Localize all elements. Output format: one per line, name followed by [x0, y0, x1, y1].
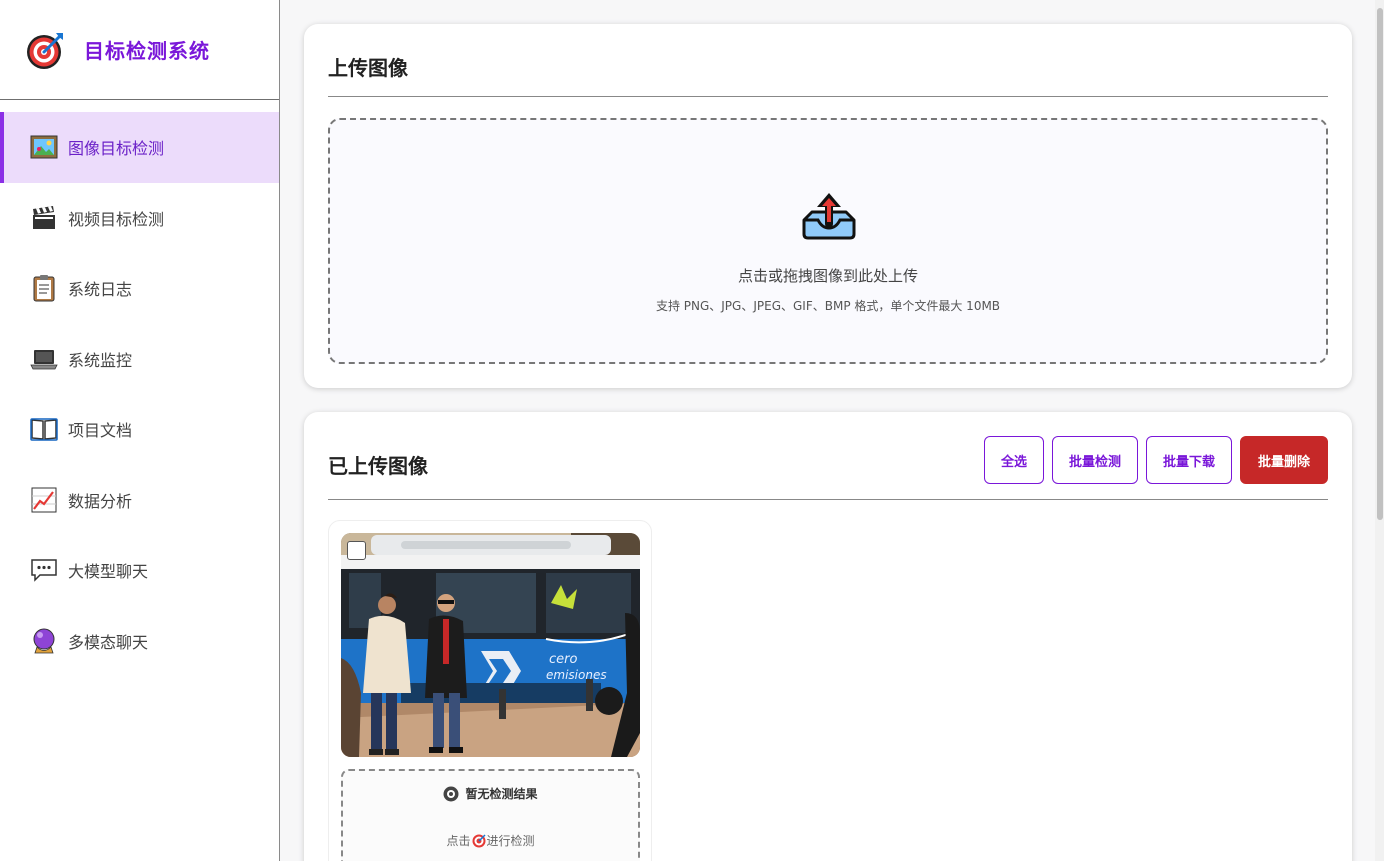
- sidebar-item-label: 系统日志: [68, 280, 133, 300]
- sidebar-item-label: 数据分析: [68, 491, 133, 511]
- image-select-checkbox[interactable]: [347, 541, 366, 560]
- target-icon: [27, 32, 63, 69]
- sidebar-item-label: 大模型聊天: [68, 562, 149, 582]
- batch-detect-button[interactable]: 批量检测: [1052, 436, 1138, 484]
- sidebar-item-label: 系统监控: [68, 350, 133, 370]
- sidebar-nav: 图像目标检测 视频目标检测 系统日志 系统监控 项目文档 数据分析 大模型聊天 …: [0, 100, 279, 676]
- batch-delete-button[interactable]: 批量删除: [1240, 436, 1328, 484]
- divider: [328, 96, 1328, 97]
- sidebar-item-project-docs[interactable]: 项目文档: [0, 394, 279, 465]
- bus-street-photo: cero emisiones: [341, 533, 640, 757]
- sidebar-item-label: 图像目标检测: [68, 139, 165, 159]
- svg-text:emisiones: emisiones: [546, 668, 607, 682]
- hint-suffix: 进行检测: [486, 834, 535, 848]
- brand-header: 目标检测系统: [0, 0, 279, 100]
- clapperboard-icon: [30, 204, 58, 232]
- upload-dropzone[interactable]: 点击或拖拽图像到此处上传 支持 PNG、JPG、JPEG、GIF、BMP 格式，…: [328, 118, 1328, 364]
- upload-tray-icon: [802, 193, 856, 240]
- sidebar-item-label: 多模态聊天: [68, 632, 149, 652]
- sidebar-item-data-analysis[interactable]: 数据分析: [0, 465, 279, 536]
- sidebar: 目标检测系统 图像目标检测 视频目标检测 系统日志 系统监控 项目文档 数据分析…: [0, 0, 280, 861]
- image-thumbnail[interactable]: cero emisiones: [341, 533, 640, 757]
- no-result-text: 暂无检测结果: [465, 787, 538, 801]
- sidebar-item-system-monitor[interactable]: 系统监控: [0, 324, 279, 395]
- app-title: 目标检测系统: [84, 39, 210, 63]
- clipboard-icon: [30, 274, 58, 302]
- dropzone-hint: 支持 PNG、JPG、JPEG、GIF、BMP 格式，单个文件最大 10MB: [655, 299, 1001, 313]
- book-icon: [30, 415, 58, 443]
- chart-icon: [30, 486, 58, 514]
- upload-title: 上传图像: [328, 56, 408, 80]
- record-icon: [443, 786, 459, 801]
- detect-hint: 点击 进行检测: [343, 832, 638, 849]
- image-icon: [30, 133, 58, 161]
- sidebar-item-llm-chat[interactable]: 大模型聊天: [0, 535, 279, 606]
- hint-prefix: 点击: [446, 834, 471, 848]
- svg-text:cero: cero: [549, 652, 577, 667]
- sidebar-item-video-detection[interactable]: 视频目标检测: [0, 183, 279, 254]
- uploaded-title: 已上传图像: [328, 454, 428, 478]
- uploaded-images-card: 已上传图像 全选 批量检测 批量下载 批量删除 cero emisiones 暂…: [304, 412, 1352, 861]
- sidebar-item-image-detection[interactable]: 图像目标检测: [0, 112, 279, 183]
- sidebar-item-system-log[interactable]: 系统日志: [0, 253, 279, 324]
- select-all-button[interactable]: 全选: [984, 436, 1044, 484]
- no-result-status: 暂无检测结果: [343, 785, 638, 802]
- page-scrollbar-thumb[interactable]: [1377, 8, 1383, 520]
- batch-download-button[interactable]: 批量下载: [1146, 436, 1232, 484]
- speech-bubble-icon: [30, 556, 58, 584]
- sidebar-item-multimodal-chat[interactable]: 多模态聊天: [0, 606, 279, 677]
- divider: [328, 499, 1328, 500]
- sidebar-item-label: 视频目标检测: [68, 209, 165, 229]
- crystal-ball-icon: [30, 627, 58, 655]
- dropzone-text: 点击或拖拽图像到此处上传: [737, 267, 918, 285]
- sidebar-item-label: 项目文档: [68, 421, 133, 441]
- upload-card: 上传图像 点击或拖拽图像到此处上传 支持 PNG、JPG、JPEG、GIF、BM…: [304, 24, 1352, 388]
- laptop-icon: [30, 345, 58, 373]
- target-icon[interactable]: [472, 833, 486, 848]
- image-item: cero emisiones 暂无检测结果 点击 进行检测: [328, 520, 652, 861]
- detection-result-box: 暂无检测结果 点击 进行检测: [341, 769, 640, 861]
